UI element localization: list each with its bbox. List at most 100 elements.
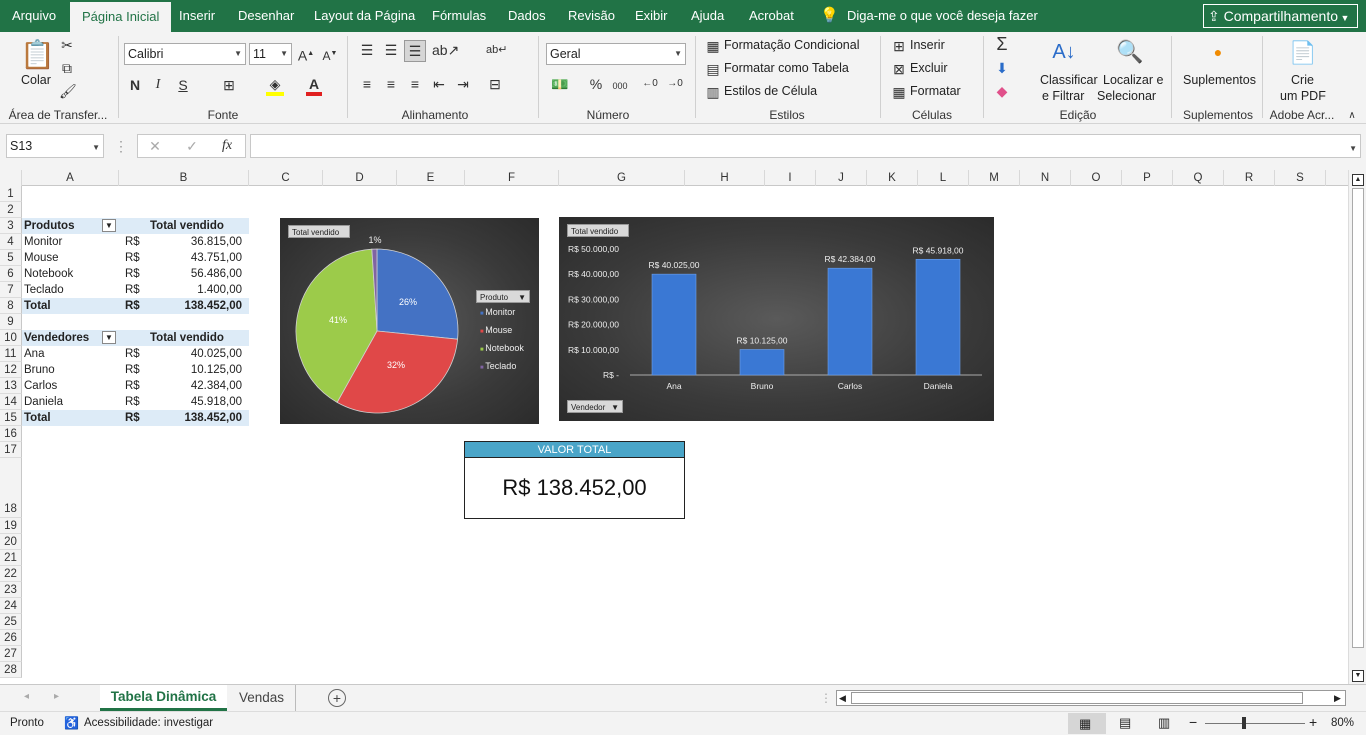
font-name-select[interactable]: Calibri ▼ xyxy=(124,43,246,65)
tab-desenhar[interactable]: Desenhar xyxy=(238,0,294,32)
zoom-slider[interactable] xyxy=(1205,723,1305,724)
row-header[interactable]: 6 xyxy=(0,266,22,282)
scroll-right-icon[interactable]: ▶ xyxy=(1334,693,1341,704)
create-pdf-label-2[interactable]: um PDF xyxy=(1280,89,1326,103)
align-middle-icon[interactable]: ☰ xyxy=(382,42,400,58)
row-header[interactable]: 17 xyxy=(0,442,22,458)
tab-acrobat[interactable]: Acrobat xyxy=(749,0,794,32)
sort-filter-icon[interactable]: A↓ xyxy=(1046,36,1082,68)
row-header[interactable]: 27 xyxy=(0,646,22,662)
scroll-thumb[interactable] xyxy=(851,692,1303,704)
col-header-e[interactable]: E xyxy=(397,170,465,186)
pivot-cell[interactable]: 10.125,00 xyxy=(150,362,242,378)
pivot-cell[interactable]: Ana xyxy=(24,346,44,362)
row-header[interactable]: 13 xyxy=(0,378,22,394)
col-header-a[interactable]: A xyxy=(22,170,119,186)
tab-dados[interactable]: Dados xyxy=(508,0,546,32)
col-header-n[interactable]: N xyxy=(1020,170,1071,186)
sort-filter-label-1[interactable]: Classificar xyxy=(1040,73,1098,87)
pivot-total-cell[interactable]: Total xyxy=(24,410,51,426)
row-header[interactable]: 12 xyxy=(0,362,22,378)
pivot-cell[interactable]: Bruno xyxy=(24,362,55,378)
delete-button[interactable]: Excluir xyxy=(910,61,948,75)
col-header-s[interactable]: S xyxy=(1275,170,1326,186)
pivot-cell[interactable]: R$ xyxy=(125,250,140,266)
kpi-box[interactable]: VALOR TOTAL R$ 138.452,00 xyxy=(464,441,685,519)
borders-icon[interactable]: ⊞ xyxy=(220,77,238,93)
pivot-cell[interactable]: R$ xyxy=(125,378,140,394)
bold-button[interactable]: N xyxy=(128,77,142,93)
row-header[interactable]: 11 xyxy=(0,346,22,362)
vertical-scrollbar[interactable]: ▲ ▼ xyxy=(1348,170,1366,684)
currency-icon[interactable]: 💵 xyxy=(550,76,570,92)
pivot-cell[interactable]: 43.751,00 xyxy=(150,250,242,266)
pie-legend-button[interactable]: Produto ▼ xyxy=(476,290,530,303)
pivot-cell[interactable]: 40.025,00 xyxy=(150,346,242,362)
filter-dropdown-icon[interactable]: ▼ xyxy=(102,331,116,344)
horizontal-scrollbar[interactable]: ◀ ▶ xyxy=(836,690,1346,706)
col-header-r[interactable]: R xyxy=(1224,170,1275,186)
sort-filter-label-2[interactable]: e Filtrar xyxy=(1042,89,1084,103)
increase-font-icon[interactable]: A▲ xyxy=(297,46,315,64)
merge-center-icon[interactable]: ⊟ xyxy=(486,76,504,92)
scroll-thumb[interactable] xyxy=(1352,188,1364,648)
normal-view-button[interactable]: ▦ xyxy=(1068,713,1106,734)
pivot-cell[interactable]: 45.918,00 xyxy=(150,394,242,410)
format-painter-icon[interactable]: 🖌 xyxy=(59,83,77,99)
tab-revisao[interactable]: Revisão xyxy=(568,0,615,32)
col-header-j[interactable]: J xyxy=(816,170,867,186)
pivot-total-cell[interactable]: R$ xyxy=(125,298,140,314)
number-format-select[interactable]: Geral ▼ xyxy=(546,43,686,65)
increase-decimal-icon[interactable]: ←0 xyxy=(640,76,660,92)
bar-carlos[interactable] xyxy=(827,267,873,376)
col-header-p[interactable]: P xyxy=(1122,170,1173,186)
find-select-label-1[interactable]: Localizar e xyxy=(1103,73,1163,87)
find-select-label-2[interactable]: Selecionar xyxy=(1097,89,1156,103)
orientation-icon[interactable]: ab↗ xyxy=(432,42,459,58)
zoom-slider-thumb[interactable] xyxy=(1242,717,1246,729)
align-center-icon[interactable]: ≡ xyxy=(382,76,400,92)
tab-inserir[interactable]: Inserir xyxy=(179,0,215,32)
clear-icon[interactable]: ◆ xyxy=(993,83,1011,99)
pivot-total-cell[interactable]: R$ xyxy=(125,410,140,426)
bar-bruno[interactable] xyxy=(739,349,785,376)
zoom-out-icon[interactable]: − xyxy=(1189,714,1197,730)
legend-item[interactable]: ■ Notebook xyxy=(480,343,524,353)
find-select-icon[interactable]: 🔍 xyxy=(1114,36,1146,68)
tab-ajuda[interactable]: Ajuda xyxy=(691,0,724,32)
align-top-icon[interactable]: ☰ xyxy=(358,42,376,58)
increase-indent-icon[interactable]: ⇥ xyxy=(454,76,472,92)
collapse-ribbon-icon[interactable]: ∧ xyxy=(1344,108,1360,124)
addins-button[interactable]: Suplementos xyxy=(1183,73,1256,87)
accessibility-icon[interactable]: ♿ xyxy=(64,716,79,730)
col-header-k[interactable]: K xyxy=(867,170,918,186)
row-header[interactable]: 7 xyxy=(0,282,22,298)
enter-icon[interactable]: ✓ xyxy=(185,138,199,154)
tab-layout[interactable]: Layout da Página xyxy=(314,0,415,32)
select-all[interactable] xyxy=(0,170,22,186)
row-header[interactable]: 26 xyxy=(0,630,22,646)
col-header-g[interactable]: G xyxy=(559,170,685,186)
wrap-text-icon[interactable]: ab↵ xyxy=(486,42,507,58)
pivot-cell[interactable]: R$ xyxy=(125,346,140,362)
pivot-total-cell[interactable]: 138.452,00 xyxy=(150,410,242,426)
col-header-h[interactable]: H xyxy=(685,170,765,186)
pivot-cell[interactable]: Daniela xyxy=(24,394,63,410)
col-header-l[interactable]: L xyxy=(918,170,969,186)
share-button[interactable]: ⇪ Compartilhamento ▼ xyxy=(1203,4,1358,28)
underline-button[interactable]: S xyxy=(176,77,190,93)
formula-input[interactable]: ▼ xyxy=(250,134,1361,158)
autosum-icon[interactable]: Σ xyxy=(993,35,1011,53)
sheet-tab-tabela-dinamica[interactable]: Tabela Dinâmica xyxy=(100,685,227,711)
pdf-icon[interactable]: 📄 xyxy=(1289,38,1316,68)
col-header-i[interactable]: I xyxy=(765,170,816,186)
fill-icon[interactable]: ⬇ xyxy=(993,60,1011,76)
row-header[interactable]: 15 xyxy=(0,410,22,426)
col-header-o[interactable]: O xyxy=(1071,170,1122,186)
pivot-cell[interactable]: R$ xyxy=(125,282,140,298)
next-sheet-icon[interactable]: ▸ xyxy=(54,691,59,702)
row-header[interactable]: 25 xyxy=(0,614,22,630)
row-header[interactable]: 24 xyxy=(0,598,22,614)
col-header-b[interactable]: B xyxy=(119,170,249,186)
legend-item[interactable]: ■ Mouse xyxy=(480,325,512,335)
